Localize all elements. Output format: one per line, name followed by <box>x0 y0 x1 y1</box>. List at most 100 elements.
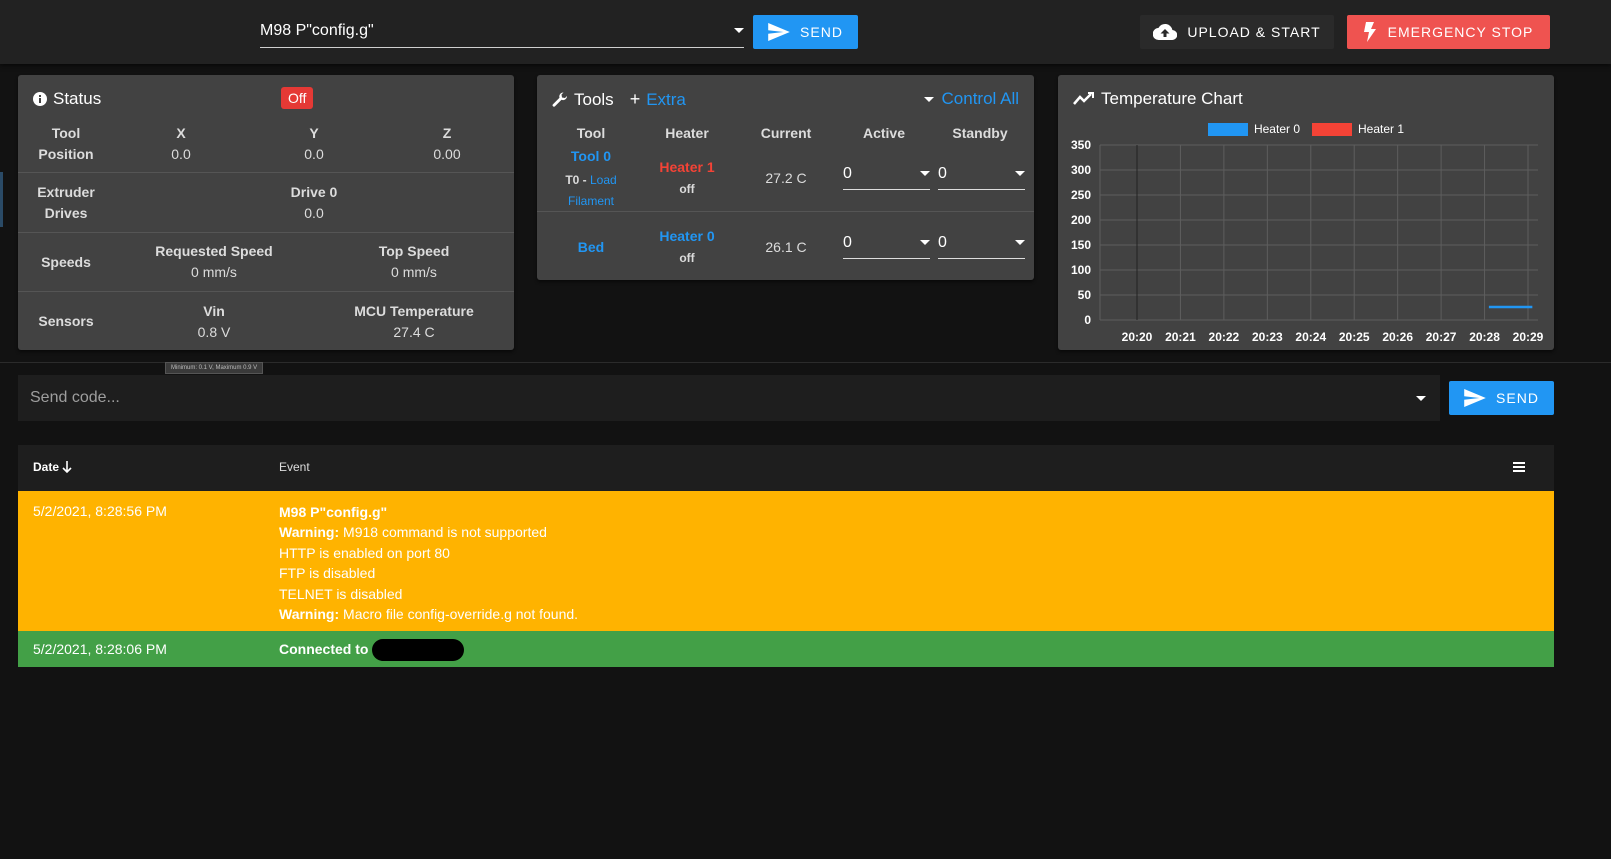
send-code-button[interactable]: SEND <box>1449 381 1554 415</box>
tool-0-current-temp: 27.2 C <box>765 170 807 186</box>
extra-link[interactable]: Extra <box>646 90 686 110</box>
send-command-label: SEND <box>800 24 843 40</box>
chevron-down-icon <box>920 240 930 245</box>
upload-and-start-button[interactable]: UPLOAD & START <box>1140 15 1334 49</box>
speeds-label: Speeds <box>41 254 91 270</box>
command-input-value[interactable]: M98 P"config.g" <box>260 22 374 40</box>
bed-name[interactable]: Bed <box>554 239 628 255</box>
bed-standby-select[interactable]: 0 <box>938 227 1025 259</box>
event-line: HTTP is enabled on port 80 <box>279 543 578 563</box>
row-event: Connected to <box>279 639 465 662</box>
row-date: 5/2/2021, 8:28:06 PM <box>33 641 167 657</box>
event-line-bold: Warning: <box>279 606 340 623</box>
status-card: Status Off Tool Position X 0.0 Y 0.0 Z 0… <box>18 75 514 350</box>
requested-speed-value: 0 mm/s <box>191 264 237 280</box>
event-line: Warning: M918 command is not supported <box>279 522 578 542</box>
load-filament-link[interactable]: Load <box>590 173 617 187</box>
y-tick-label: 200 <box>1071 213 1091 227</box>
send-command-button[interactable]: SEND <box>753 15 858 49</box>
event-line: M98 P"config.g" <box>279 502 578 522</box>
send-icon <box>768 23 790 41</box>
x-tick-label: 20:24 <box>1295 330 1326 344</box>
event-line-text: HTTP is enabled on port 80 <box>279 544 450 561</box>
event-line-text: TELNET is disabled <box>279 585 403 602</box>
x-tick-label: 20:28 <box>1469 330 1500 344</box>
sensors-label: Sensors <box>38 313 94 329</box>
chevron-down-icon[interactable] <box>734 28 744 33</box>
chevron-down-icon[interactable] <box>1416 395 1426 401</box>
requested-speed-label: Requested Speed <box>155 243 273 259</box>
chevron-down-icon <box>923 96 934 102</box>
emergency-stop-label: EMERGENCY STOP <box>1387 24 1534 40</box>
y-tick-label: 100 <box>1071 263 1091 277</box>
heater-1-state: off <box>679 182 695 196</box>
status-divider <box>18 172 514 173</box>
menu-icon[interactable] <box>1513 462 1525 472</box>
tools-divider <box>537 211 1034 212</box>
x-tick-label: 20:29 <box>1513 330 1544 344</box>
position-label: Position <box>38 146 94 162</box>
x-tick-label: 20:22 <box>1209 330 1240 344</box>
event-line-text: Macro file config-override.g not found. <box>339 606 579 623</box>
x-tick-label: 20:21 <box>1165 330 1196 344</box>
date-header-label: Date <box>33 460 60 474</box>
bed-active-select[interactable]: 0 <box>843 227 930 259</box>
vin-value[interactable]: 0.8 V <box>164 324 264 340</box>
event-line: FTP is disabled <box>279 563 578 583</box>
tool-0-standby-value: 0 <box>938 164 947 182</box>
tool-0-name[interactable]: Tool 0 <box>554 148 628 164</box>
status-divider <box>18 291 514 292</box>
top-speed-value: 0 mm/s <box>391 264 437 280</box>
axis-z-label: Z <box>442 125 452 141</box>
heater-0-name[interactable]: Heater 0 <box>647 228 727 244</box>
status-card-title: Status <box>33 89 101 109</box>
tool-0-sub-prefix: T0 - <box>565 173 590 187</box>
tools-header-standby: Standby <box>952 125 1008 141</box>
x-tick-label: 20:20 <box>1122 330 1153 344</box>
send-icon <box>1464 389 1486 407</box>
tool-label: Tool <box>51 125 81 141</box>
axis-y-value: 0.0 <box>304 146 324 162</box>
control-all-menu[interactable]: Control All <box>923 89 1019 109</box>
load-filament-link-2[interactable]: Filament <box>568 194 614 208</box>
y-tick-label: 150 <box>1071 238 1091 252</box>
y-tick-label: 250 <box>1071 188 1091 202</box>
event-line-text: FTP is disabled <box>279 565 376 582</box>
send-code-placeholder: Send code... <box>30 389 120 406</box>
event-line: TELNET is disabled <box>279 584 578 604</box>
command-input[interactable]: M98 P"config.g" <box>260 14 744 48</box>
send-code-label: SEND <box>1496 390 1539 406</box>
cloud-upload-icon <box>1153 23 1178 41</box>
row-date: 5/2/2021, 8:28:56 PM <box>33 503 167 519</box>
console-table: Date Event 5/2/2021, 8:28:56 PM M98 P"co… <box>18 445 1554 667</box>
extruder-label: Extruder <box>37 184 95 200</box>
table-row: 5/2/2021, 8:28:06 PM Connected to <box>18 631 1554 667</box>
tools-header-current: Current <box>760 125 812 141</box>
emergency-stop-button[interactable]: EMERGENCY STOP <box>1347 15 1550 49</box>
event-line-bold: M98 P"config.g" <box>279 504 388 520</box>
info-icon <box>33 92 47 106</box>
tool-0-active-select[interactable]: 0 <box>843 158 930 190</box>
flash-icon <box>1363 22 1376 42</box>
table-row: 5/2/2021, 8:28:56 PM M98 P"config.g" War… <box>18 491 1554 631</box>
axis-x-label: X <box>176 125 186 141</box>
x-tick-label: 20:27 <box>1426 330 1457 344</box>
top-app-bar: M98 P"config.g" SEND UPLOAD & START EMER… <box>0 0 1611 64</box>
x-tick-label: 20:26 <box>1382 330 1413 344</box>
y-tick-label: 300 <box>1071 163 1091 177</box>
send-code-input[interactable]: Send code... <box>18 375 1440 421</box>
drive0-value: 0.0 <box>304 205 324 221</box>
chevron-down-icon <box>920 171 930 176</box>
tool-0-standby-select[interactable]: 0 <box>938 158 1025 190</box>
vin-label: Vin <box>203 303 225 319</box>
y-tick-label: 0 <box>1084 313 1091 327</box>
x-tick-label: 20:23 <box>1252 330 1283 344</box>
control-all-label: Control All <box>941 89 1019 108</box>
date-column-header[interactable]: Date <box>33 460 72 474</box>
tools-card-title: Tools + Extra <box>552 89 686 110</box>
heater-1-name[interactable]: Heater 1 <box>647 159 727 175</box>
bed-current-temp: 26.1 C <box>765 239 807 255</box>
x-tick-label: 20:25 <box>1339 330 1370 344</box>
plus-icon[interactable]: + <box>630 89 641 110</box>
tools-header-heater: Heater <box>665 125 709 141</box>
